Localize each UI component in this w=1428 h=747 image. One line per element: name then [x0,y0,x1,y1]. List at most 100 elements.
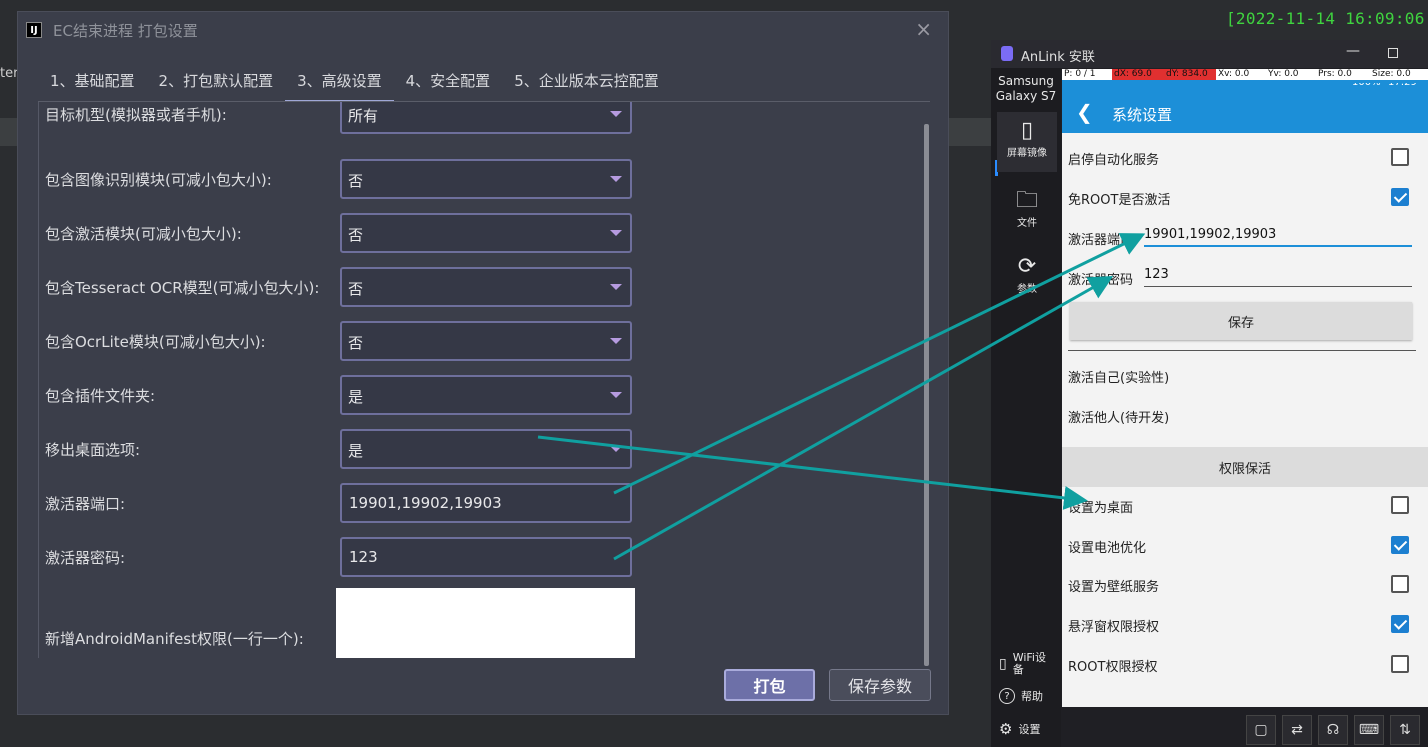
sidebar-item-label: WiFi设备 [1012,651,1046,676]
sidebar-item-screen-mirror[interactable]: ▯ 屏幕镜像 [997,112,1057,172]
phone-pc-icon[interactable]: ⇄ [1282,715,1312,745]
root-checkbox[interactable] [1391,655,1409,673]
dropdown-arrow-icon [610,284,622,290]
tesseract-select[interactable]: 否 [340,267,632,307]
pack-button[interactable]: 打包 [724,669,815,701]
sidebar-item-files[interactable]: 🗀 文件 [997,188,1057,236]
refresh-icon: ⟳ [1017,254,1037,279]
overlay-label: 悬浮窗权限授权 [1068,620,1160,635]
tab-pack-default-config[interactable]: 2、打包默认配置 [147,64,286,102]
port-label: 激活器端口 [1068,233,1134,248]
pointer-prs: Prs: 0.0 [1316,69,1370,80]
wifi-device-icon: ▯ [999,656,1007,672]
anlink-logo-icon [1001,46,1013,61]
maximize-icon[interactable] [1388,48,1398,58]
pointer-xv: Xv: 0.0 [1216,69,1266,80]
dialog-titlebar: IJ EC结束进程 打包设置 [18,12,948,48]
plugin-folder-select[interactable]: 是 [340,375,632,415]
wallpaper-checkbox[interactable] [1391,575,1409,593]
activator-port-input[interactable]: 19901,19902,19903 [340,483,632,523]
remove-desktop-label: 移出桌面选项: [45,441,141,459]
sidebar-item-label: 屏幕镜像 [1007,148,1047,159]
transfer-icon[interactable]: ⇅ [1390,715,1420,745]
section-header: 权限保活 [1062,447,1428,487]
activator-port-label: 激活器端口: [45,495,126,513]
target-label: 目标机型(模拟器或者手机): [45,106,227,124]
self-activate-item[interactable]: 激活自己(实验性) [1068,367,1169,386]
target-value: 所有 [348,107,379,125]
set-desktop-label: 设置为桌面 [1068,501,1134,516]
save-button[interactable]: 保存 [1070,302,1412,340]
tab-security-config[interactable]: 4、安全配置 [394,64,503,102]
ide-left-text: ter [0,66,19,81]
anlink-titlebar: AnLink 安联 — [991,40,1428,68]
settings-icon: ⚙ [999,720,1013,738]
folder-icon: 🗀 [1015,188,1038,213]
sidebar-item-help[interactable]: ? 帮助 [999,688,1043,704]
dropdown-arrow-icon [610,392,622,398]
phone-screen[interactable]: ❮ 系统设置 100% 17:29 P: 0 / 1 dX: 69.0 dY: … [1062,69,1428,707]
sidebar-item-label: 文件 [1017,218,1037,229]
battery-opt-checkbox[interactable] [1391,536,1409,554]
settings-tabs: 1、基础配置 2、打包默认配置 3、高级设置 4、安全配置 5、企业版本云控配置 [38,64,671,102]
headset-icon[interactable]: ☊ [1318,715,1348,745]
image-module-label: 包含图像识别模块(可减小包大小): [45,171,272,189]
sidebar-item-wifi-device[interactable]: ▯ WiFi设备 [999,652,1049,676]
divider [1068,350,1416,351]
pointer-size: Size: 0.0 [1370,69,1428,80]
intellij-app-icon: IJ [26,22,42,38]
close-icon[interactable]: × [915,17,932,41]
dropdown-arrow-icon [610,176,622,182]
help-icon: ? [999,688,1015,704]
anlink-title: AnLink 安联 [1021,50,1095,65]
sidebar-item-label: 设置 [1018,723,1041,736]
minimize-icon[interactable]: — [1346,43,1360,59]
wallpaper-label: 设置为壁纸服务 [1068,580,1160,595]
target-select[interactable]: 所有 [340,102,632,134]
plugin-folder-label: 包含插件文件夹: [45,387,156,405]
auto-service-checkbox[interactable] [1391,148,1409,166]
manifest-label: 新增AndroidManifest权限(一行一个): [45,630,304,648]
anlink-sidebar: Samsung Galaxy S7 ▯ 屏幕镜像 🗀 文件 ⟳ 参数 ▯ WiF… [991,68,1061,747]
window-icon[interactable]: ▢ [1246,715,1276,745]
set-desktop-checkbox[interactable] [1391,496,1409,514]
activate-module-label: 包含激活模块(可减小包大小): [45,225,242,243]
battery-opt-label: 设置电池优化 [1068,541,1147,556]
image-module-select[interactable]: 否 [340,159,632,199]
dropdown-arrow-icon [610,338,622,344]
tesseract-value: 否 [348,280,364,298]
sidebar-item-params[interactable]: ⟳ 参数 [997,254,1057,302]
activate-module-select[interactable]: 否 [340,213,632,253]
save-params-button[interactable]: 保存参数 [829,669,931,701]
tab-enterprise-cloud-config[interactable]: 5、企业版本云控配置 [502,64,671,102]
root-free-checkbox[interactable] [1391,188,1409,206]
phone-icon: ▯ [1020,118,1034,143]
dialog-title: EC结束进程 打包设置 [53,21,198,40]
anlink-bottom-toolbar: ▢ ⇄ ☊ ⌨ ⇅ [1241,713,1428,747]
dropdown-arrow-icon [610,111,622,117]
pointer-yv: Yv: 0.0 [1266,69,1316,80]
ocrlite-select[interactable]: 否 [340,321,632,361]
tab-advanced-settings[interactable]: 3、高级设置 [285,64,394,102]
console-timestamp: [2022-11-14 16:09:06 [1226,9,1425,28]
plugin-folder-value: 是 [348,388,364,406]
advanced-settings-form: 目标机型(模拟器或者手机): 所有 包含图像识别模块(可减小包大小): 否 包含… [38,102,930,658]
activator-password-input[interactable]: 123 [340,537,632,577]
pointer-dx: dX: 69.0 [1112,69,1164,80]
keyboard-icon[interactable]: ⌨ [1354,715,1384,745]
remove-desktop-select[interactable]: 是 [340,429,632,469]
dropdown-arrow-icon [610,230,622,236]
back-arrow-icon[interactable]: ❮ [1076,100,1093,124]
overlay-checkbox[interactable] [1391,615,1409,633]
root-free-label: 免ROOT是否激活 [1068,193,1171,208]
sidebar-item-settings[interactable]: ⚙ 设置 [999,720,1040,738]
ocrlite-value: 否 [348,334,364,352]
form-scrollbar[interactable] [924,124,929,666]
tab-basic-config[interactable]: 1、基础配置 [38,64,147,102]
port-input[interactable]: 19901,19902,19903 [1144,227,1412,247]
ocrlite-label: 包含OcrLite模块(可减小包大小): [45,333,266,351]
other-activate-item[interactable]: 激活他人(待开发) [1068,407,1169,426]
manifest-textarea[interactable] [336,588,635,658]
tesseract-label: 包含Tesseract OCR模型(可减小包大小): [45,279,320,297]
password-input[interactable]: 123 [1144,267,1412,287]
